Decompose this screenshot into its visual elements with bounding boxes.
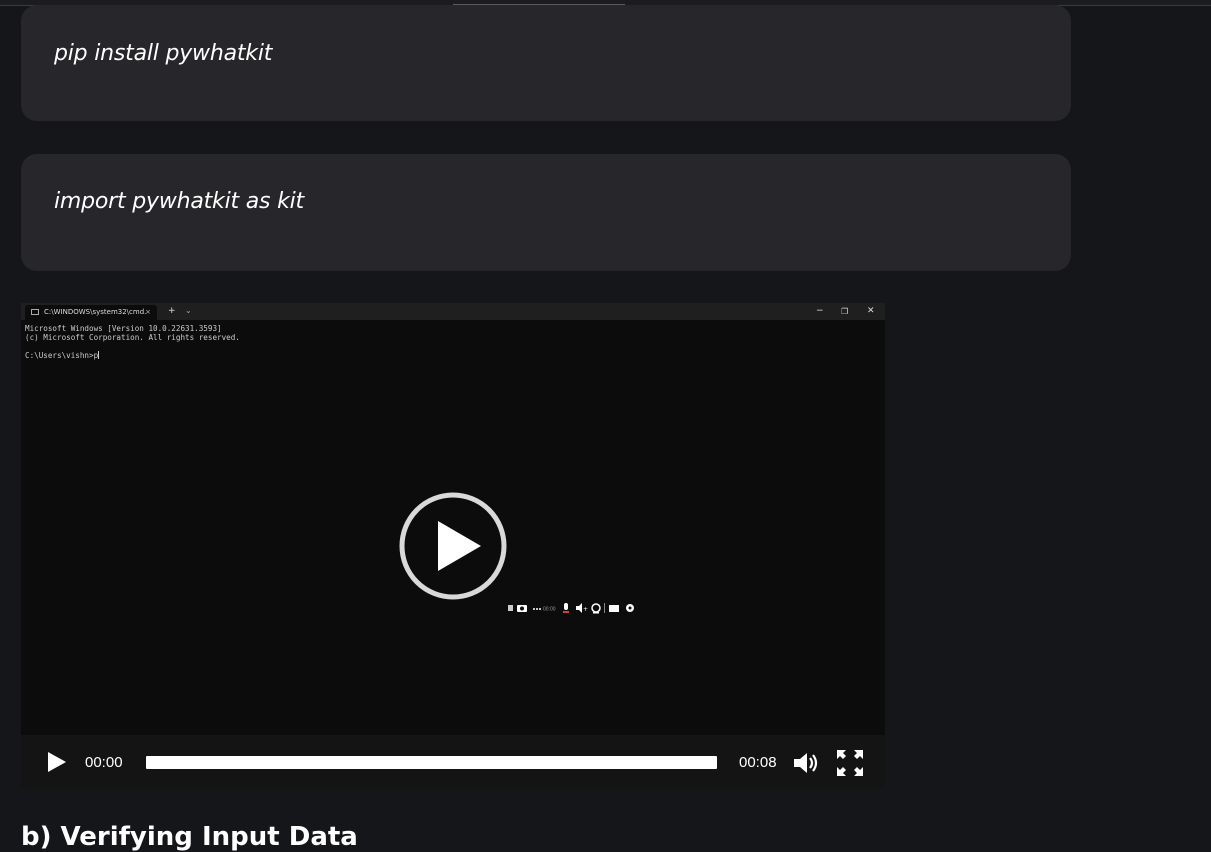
- video-controls: 00:00 00:08: [21, 735, 885, 789]
- code-text: pip install pywhatkit: [54, 41, 273, 66]
- window-icon: [609, 605, 619, 612]
- code-text: import pywhatkit as kit: [54, 189, 304, 214]
- pen-icon: [508, 605, 513, 611]
- fullscreen-button[interactable]: [836, 749, 864, 777]
- screen-recorder-toolbar: 00:00 +: [508, 603, 634, 614]
- play-button[interactable]: [45, 751, 67, 773]
- code-block-import: import pywhatkit as kit: [21, 154, 1071, 271]
- divider: [604, 603, 605, 613]
- restore-icon: ❐: [841, 307, 849, 316]
- terminal-prompt: C:\Users\vishn>p: [25, 351, 99, 360]
- webcam-icon: [591, 603, 601, 613]
- volume-icon: [794, 753, 807, 773]
- speaker-icon: [576, 603, 582, 613]
- text-cursor: [98, 351, 100, 359]
- video-player[interactable]: C:\WINDOWS\system32\cmd. × + ⌄ − ❐ ✕ Mic…: [21, 303, 885, 789]
- play-triangle-icon: [438, 521, 481, 571]
- terminal-titlebar: C:\WINDOWS\system32\cmd. × + ⌄ − ❐ ✕: [21, 303, 885, 320]
- play-icon: [48, 752, 66, 772]
- minimize-icon: −: [816, 306, 824, 316]
- terminal-line: Microsoft Windows [Version 10.0.22631.35…: [25, 324, 222, 333]
- svg-text:+: +: [583, 606, 588, 613]
- volume-button[interactable]: [792, 750, 820, 776]
- recorder-time: 00:00: [543, 607, 556, 613]
- section-heading: b) Verifying Input Data: [21, 822, 358, 852]
- terminal-output: Microsoft Windows [Version 10.0.22631.35…: [25, 324, 240, 360]
- big-play-button[interactable]: [399, 492, 507, 600]
- dot-icon: [533, 608, 535, 610]
- duration: 00:08: [739, 754, 777, 771]
- seek-bar[interactable]: [146, 756, 717, 769]
- terminal-tab-title: C:\WINDOWS\system32\cmd.: [44, 308, 147, 316]
- tab-close-icon: ×: [145, 308, 151, 316]
- close-icon: ✕: [867, 306, 875, 316]
- terminal-icon: [31, 309, 39, 315]
- code-block-install: pip install pywhatkit: [21, 5, 1071, 121]
- current-time: 00:00: [85, 754, 123, 771]
- new-tab-icon: +: [168, 306, 176, 316]
- fullscreen-icon: [837, 750, 863, 776]
- terminal-tab: C:\WINDOWS\system32\cmd. ×: [25, 305, 157, 320]
- terminal-line: (c) Microsoft Corporation. All rights re…: [25, 333, 240, 342]
- chevron-down-icon: ⌄: [185, 306, 192, 315]
- microphone-icon: [564, 603, 568, 610]
